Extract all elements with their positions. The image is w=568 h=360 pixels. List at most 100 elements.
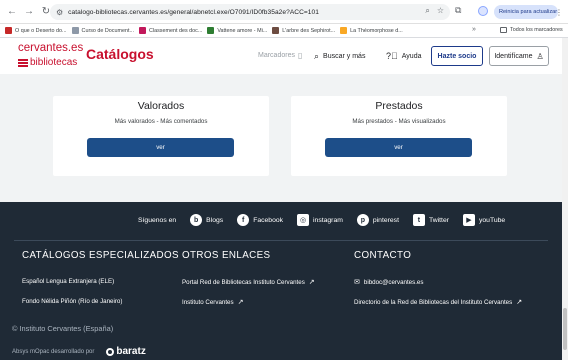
hazte-socio-button[interactable]: Hazte socio	[431, 46, 483, 66]
bookmark-item[interactable]: O que o Deserto do...	[5, 27, 67, 34]
page-scrollbar[interactable]	[562, 38, 568, 360]
ver-button[interactable]: ver	[87, 138, 234, 157]
nelida-pinon-link[interactable]: Fondo Nélida Piñón (Río de Janeiro)	[22, 298, 122, 305]
valorados-card: Valorados Más valorados - Más comentados…	[53, 96, 269, 176]
follow-label: Síguenos en	[138, 216, 177, 224]
mail-icon: ✉	[354, 279, 360, 286]
all-bookmarks-button[interactable]: Todos los marcadores	[500, 27, 563, 33]
bookmark-icon: ▯	[297, 51, 303, 60]
pinterest-icon: p	[356, 214, 369, 226]
ver-button[interactable]: ver	[325, 138, 472, 157]
prestados-card: Prestados Más prestados - Más visualizad…	[291, 96, 507, 176]
bookmark-label: Classement des doc...	[148, 27, 203, 34]
bookmark-label: La Théomorphose d...	[350, 27, 403, 34]
update-label: Reinicia para actualizar	[499, 9, 558, 15]
folder-icon	[500, 27, 507, 33]
baratz-logo-icon	[106, 347, 115, 356]
social-label: Blogs	[206, 216, 224, 224]
bookmark-favicon-icon	[272, 27, 280, 34]
otros-enlaces-heading: OTROS ENLACES	[182, 250, 271, 261]
social-facebook-link[interactable]: f Facebook	[237, 214, 283, 226]
social-label: pinterest	[372, 216, 399, 224]
portal-red-link[interactable]: Portal Red de Bibliotecas Instituto Cerv…	[182, 278, 315, 287]
developer-credit: Absys mOpac desarrollado por baratz	[12, 346, 146, 357]
user-icon: ♙	[536, 51, 544, 61]
copyright-text: © Instituto Cervantes (España)	[12, 324, 114, 333]
bookmark-item[interactable]: L'arbre des Sephirot...	[272, 27, 335, 34]
scrollbar-thumb[interactable]	[563, 308, 567, 350]
bookmarks-bar: O que o Deserto do... Curso de Document.…	[0, 24, 568, 38]
bookmark-favicon-icon	[207, 27, 215, 34]
developed-by-label: Absys mOpac desarrollado por	[12, 348, 95, 355]
bookmark-item[interactable]: La Théomorphose d...	[340, 27, 403, 34]
url-text[interactable]: catalogo-bibliotecas.cervantes.es/genera…	[68, 9, 319, 16]
site-info-icon[interactable]: ⚙	[56, 8, 63, 17]
bookmark-favicon-icon	[5, 27, 12, 34]
forward-icon[interactable]: →	[22, 5, 36, 19]
social-label: youTube	[478, 216, 506, 224]
social-label: Facebook	[253, 216, 284, 224]
search-icon: ⌕	[314, 51, 320, 61]
identificame-button[interactable]: Identifícame ♙	[489, 46, 549, 66]
ele-link[interactable]: Español Lengua Extranjera (ELE)	[22, 278, 114, 285]
twitter-icon: t	[412, 214, 425, 226]
back-icon[interactable]: ←	[5, 5, 19, 19]
library-logo-icon	[18, 58, 28, 68]
zoom-icon[interactable]: ⌕	[425, 6, 429, 16]
help-label: Ayuda	[401, 52, 422, 60]
address-bar[interactable]: ⚙ catalogo-bibliotecas.cervantes.es/gene…	[50, 4, 450, 20]
external-link-icon: ↗	[516, 299, 523, 306]
help-link[interactable]: ?⃝ Ayuda	[386, 51, 422, 61]
site-footer: Síguenos en b Blogs f Facebook ◎ instagram …	[0, 202, 562, 360]
email-link[interactable]: ✉ bibdoc@cervantes.es	[354, 278, 423, 287]
facebook-icon: f	[237, 214, 250, 226]
identificame-label: Identifícame	[494, 52, 533, 60]
blog-icon: b	[190, 214, 203, 226]
menu-icon[interactable]: ⋮	[555, 8, 563, 17]
extensions-icon[interactable]: ⧉	[455, 5, 461, 16]
link-label: Instituto Cervantes	[182, 298, 234, 306]
instagram-icon: ◎	[297, 214, 310, 226]
bookmark-item[interactable]: Curso de Document...	[71, 27, 134, 34]
more-bookmarks-icon[interactable]: »	[472, 26, 476, 33]
social-instagram-link[interactable]: ◎ instagram	[297, 214, 343, 226]
bookmark-item[interactable]: Vattene amore - Mi...	[207, 27, 267, 34]
social-twitter-link[interactable]: t Twitter	[412, 214, 449, 226]
search-link[interactable]: ⌕ Buscar y más	[314, 51, 365, 62]
social-pinterest-link[interactable]: p pinterest	[356, 214, 399, 226]
bookmark-favicon-icon	[340, 27, 348, 34]
card-links[interactable]: Más prestados - Más visualizados	[291, 118, 507, 125]
link-label: Portal Red de Bibliotecas Instituto Cerv…	[182, 278, 305, 286]
youtube-icon: ▶	[462, 214, 475, 226]
catalogos-heading: CATÁLOGOS ESPECIALIZADOS	[22, 250, 179, 261]
social-label: instagram	[313, 216, 343, 224]
card-links[interactable]: Más valorados - Más comentados	[53, 118, 269, 125]
bookmark-item[interactable]: Classement des doc...	[138, 27, 203, 34]
footer-divider	[14, 240, 548, 241]
card-title: Prestados	[375, 100, 423, 112]
page-viewport: cervantes.es bibliotecas Catálogos Marca…	[0, 38, 562, 360]
bookmark-favicon-icon	[71, 27, 79, 34]
baratz-logo[interactable]: baratz	[106, 346, 146, 357]
social-blogs-link[interactable]: b Blogs	[190, 214, 223, 226]
marcadores-label: Marcadores	[258, 52, 295, 59]
contacto-heading: CONTACTO	[354, 250, 412, 261]
help-icon: ?⃝	[386, 51, 398, 61]
bookmark-star-icon[interactable]: ☆	[437, 6, 444, 16]
directorio-link[interactable]: Directorio de la Red de Bibliotecas del …	[354, 298, 523, 307]
bibliotecas-logo[interactable]: bibliotecas	[18, 57, 77, 68]
profile-avatar[interactable]	[478, 6, 488, 16]
update-button[interactable]: Reinicia para actualizar ⋮	[494, 5, 563, 19]
marcadores-link[interactable]: Marcadores ▯	[258, 51, 302, 60]
browser-toolbar: ← → ↻ ⚙ catalogo-bibliotecas.cervantes.e…	[0, 0, 568, 24]
social-youtube-link[interactable]: ▶ youTube	[462, 214, 506, 226]
site-header: cervantes.es bibliotecas Catálogos Marca…	[0, 38, 562, 74]
baratz-label: baratz	[116, 346, 146, 357]
cervantes-logo[interactable]: cervantes.es	[18, 42, 83, 54]
instituto-cervantes-link[interactable]: Instituto Cervantes ↗	[182, 298, 243, 307]
bibliotecas-label: bibliotecas	[30, 57, 78, 68]
bookmark-label: O que o Deserto do...	[15, 27, 67, 34]
all-bookmarks-label: Todos los marcadores	[510, 27, 563, 33]
page-title: Catálogos	[86, 46, 154, 62]
search-label: Buscar y más	[323, 53, 366, 60]
